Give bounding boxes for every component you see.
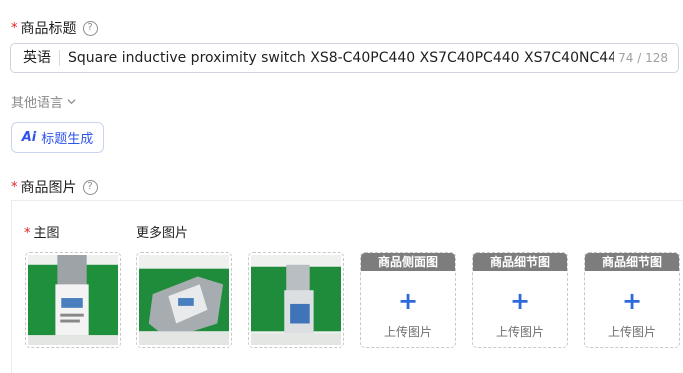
more-image-slot-2[interactable] [248, 252, 344, 348]
product-title-label-row: * 商品标题 ? [11, 18, 98, 38]
slot-header: 商品细节图 [585, 253, 679, 271]
product-title-value[interactable]: Square inductive proximity switch XS8-C4… [60, 50, 614, 66]
plus-icon: + [509, 287, 531, 315]
question-circle-icon[interactable]: ? [82, 179, 98, 195]
required-mark: * [11, 179, 18, 195]
product-photo [139, 255, 229, 345]
upload-detail-image-slot-1[interactable]: 商品细节图 + 上传图片 [472, 252, 568, 348]
plus-icon: + [397, 287, 419, 315]
language-tag[interactable]: 英语 [11, 50, 60, 66]
question-circle-icon[interactable]: ? [82, 20, 98, 36]
upload-detail-image-slot-2[interactable]: 商品细节图 + 上传图片 [584, 252, 680, 348]
upload-text: 上传图片 [495, 325, 544, 339]
main-image-slot[interactable] [25, 252, 121, 348]
product-title-label: 商品标题 [20, 21, 77, 37]
more-images-label: 更多图片 [136, 226, 189, 241]
slot-header: 商品侧面图 [361, 253, 455, 271]
main-image-label: * 主图 [24, 226, 60, 241]
product-title-input[interactable]: 英语 Square inductive proximity switch XS8… [10, 43, 679, 73]
plus-icon: + [621, 287, 643, 315]
upload-text: 上传图片 [607, 325, 656, 339]
upload-text: 上传图片 [383, 325, 432, 339]
product-images-label-row: * 商品图片 ? [11, 177, 98, 197]
other-languages-label: 其他语言 [11, 96, 64, 111]
required-mark: * [11, 20, 18, 36]
product-photo [28, 255, 118, 345]
upload-side-image-slot[interactable]: 商品侧面图 + 上传图片 [360, 252, 456, 348]
product-images-label: 商品图片 [20, 180, 77, 196]
other-languages-toggle[interactable]: 其他语言 [11, 92, 76, 111]
chevron-down-icon [67, 99, 76, 105]
slot-header: 商品细节图 [473, 253, 567, 271]
character-counter: 74 / 128 [618, 51, 668, 65]
ai-button-label: 标题生成 [41, 132, 94, 147]
ai-title-generate-button[interactable]: Ai 标题生成 [11, 122, 104, 153]
ai-icon: Ai [21, 130, 37, 145]
product-photo [251, 255, 341, 345]
more-image-slot-1[interactable] [136, 252, 232, 348]
